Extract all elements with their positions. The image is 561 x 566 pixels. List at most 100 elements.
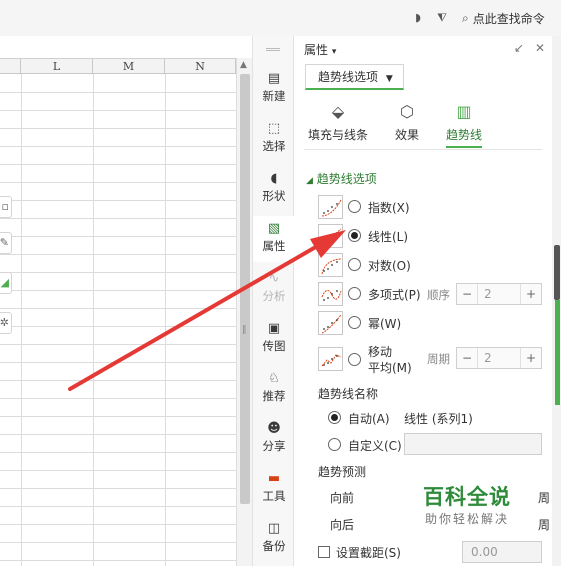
sidebar-item-upload-image[interactable]: ▣ 传图: [253, 316, 295, 362]
sidebar-item-share[interactable]: ☻ 分享: [253, 416, 295, 462]
sidebar-item-label: 选择: [262, 139, 286, 153]
panel-scrollbar-track-accent: [555, 300, 560, 405]
linear-line-icon: [318, 224, 343, 248]
chart-elements-icon[interactable]: ▫: [0, 196, 12, 218]
radio-polynomial[interactable]: [348, 287, 361, 300]
tab-trendline[interactable]: ▥ 趋势线: [446, 102, 483, 148]
column-header-l[interactable]: L: [21, 59, 93, 74]
undock-arrow-icon[interactable]: ↙: [514, 41, 524, 55]
sidebar-item-label: 工具: [262, 489, 286, 503]
chart-style-brush-icon[interactable]: ✎: [0, 232, 12, 254]
trend-option-label: 线性(L): [368, 230, 409, 244]
section-trendline-options[interactable]: ◢ 趋势线选项: [306, 170, 377, 187]
grid-row-line: [0, 254, 236, 255]
trendline-options-dropdown[interactable]: 趋势线选项 ▼: [305, 64, 404, 90]
grid-row-line: [0, 362, 236, 363]
minus-icon[interactable]: −: [457, 348, 477, 368]
period-stepper[interactable]: − 2 +: [456, 347, 542, 369]
grid-row-line: [0, 146, 236, 147]
tabs-divider: [304, 149, 542, 150]
radio-moving-average[interactable]: [348, 353, 361, 366]
period-label: 周期: [427, 352, 450, 366]
sidebar-item-shape[interactable]: ◖ 形状: [253, 166, 295, 212]
sidebar-item-analysis[interactable]: ∿ 分析: [253, 266, 295, 312]
grid-row-line: [0, 452, 236, 453]
tab-label: 趋势线: [446, 128, 483, 142]
radio-logarithmic[interactable]: [348, 258, 361, 271]
period-value[interactable]: 2: [477, 348, 521, 368]
grid-row-line: [0, 542, 236, 543]
sidebar-item-label: 分享: [262, 439, 286, 453]
tab-effect[interactable]: ⬡ 效果: [395, 102, 419, 143]
order-stepper[interactable]: − 2 +: [456, 283, 542, 305]
sidebar-item-backup[interactable]: ◫ 备份: [253, 516, 295, 562]
close-icon[interactable]: ✕: [535, 41, 545, 55]
sidebar-item-select[interactable]: ⬚ 选择: [253, 116, 295, 162]
sidebar-item-new[interactable]: ▤ 新建: [253, 66, 295, 112]
collapse-handle-icon[interactable]: ‖: [242, 325, 252, 335]
task-pane-sidebar: ‖ ▤ 新建 ⬚ 选择 ◖ 形状 ▧ 属性 ∿ 分析 ▣ 传图 ♘ 推荐 ☻ 分…: [242, 36, 295, 566]
scroll-up-arrow-icon[interactable]: ▲: [240, 60, 247, 70]
collapse-triangle-icon: ◢: [306, 176, 313, 186]
trend-option-label: 移动: [368, 345, 393, 359]
intercept-input[interactable]: 0.00: [462, 541, 542, 563]
cube-icon: ⬡: [400, 102, 414, 121]
sidebar-item-property[interactable]: ▧ 属性: [253, 216, 295, 262]
filter-icon[interactable]: ⧨: [436, 12, 448, 24]
sidebar-item-label: 分析: [262, 289, 286, 303]
command-search-label: 点此查找命令: [472, 12, 545, 26]
panel-scrollbar[interactable]: [552, 36, 561, 566]
top-toolbar: ◗ ⧨ ⌕ 点此查找命令: [0, 0, 561, 36]
panel-title-text: 属性: [304, 43, 329, 57]
chart-settings-gear-icon[interactable]: ✲: [0, 312, 12, 334]
upload-image-icon: ▣: [267, 321, 281, 336]
grid-row-line: [0, 110, 236, 111]
command-search[interactable]: ⌕ 点此查找命令: [462, 10, 545, 27]
spreadsheet-area[interactable]: L M N ▫ ✎ ◢ ✲ ▲: [0, 36, 252, 566]
radio-custom-name[interactable]: [328, 438, 341, 451]
property-icon: ▧: [267, 221, 281, 236]
grid-row-line: [0, 182, 236, 183]
sidebar-item-recommend[interactable]: ♘ 推荐: [253, 366, 295, 412]
document-icon[interactable]: ◗: [412, 12, 424, 24]
section-title-text: 趋势线选项: [316, 172, 377, 186]
set-intercept-checkbox[interactable]: [318, 546, 330, 558]
radio-auto-name[interactable]: [328, 411, 341, 424]
sidebar-item-label: 新建: [262, 89, 286, 103]
order-value[interactable]: 2: [477, 284, 521, 304]
panel-scrollbar-thumb[interactable]: [554, 245, 560, 300]
trend-option-label: 对数(O): [368, 259, 411, 273]
column-header-m[interactable]: M: [93, 59, 165, 74]
sidebar-item-label: 形状: [262, 189, 286, 203]
trend-option-label: 指数(X): [368, 201, 410, 215]
trendline-name-title: 趋势线名称: [318, 387, 379, 401]
tab-fill-line[interactable]: ⬙ 填充与线条: [308, 102, 368, 143]
recommend-icon: ♘: [268, 371, 280, 386]
radio-exponential[interactable]: [348, 200, 361, 213]
scrollbar-thumb[interactable]: [240, 74, 250, 504]
panel-title[interactable]: 属性 ▾: [304, 41, 336, 58]
column-header-n[interactable]: N: [165, 59, 236, 74]
share-icon: ☻: [267, 421, 281, 436]
polynomial-curve-icon: [318, 282, 343, 306]
sidebar-grip-icon[interactable]: [266, 48, 280, 51]
minus-icon[interactable]: −: [457, 284, 477, 304]
grid-line: [165, 74, 166, 566]
grid-row-line: [0, 236, 236, 237]
plus-icon[interactable]: +: [521, 348, 541, 368]
radio-power[interactable]: [348, 316, 361, 329]
sheet-vertical-scrollbar[interactable]: ▲: [236, 58, 252, 566]
search-icon: ⌕: [462, 11, 469, 25]
custom-name-input[interactable]: [404, 433, 542, 455]
tab-label: 效果: [395, 128, 420, 142]
set-intercept-label: 设置截距(S): [336, 546, 401, 560]
plus-icon[interactable]: +: [521, 284, 541, 304]
grid-row-line: [0, 200, 236, 201]
exponential-curve-icon: [318, 195, 343, 219]
grid-line: [21, 74, 22, 566]
grid-row-line: [0, 326, 236, 327]
grid-row-line: [0, 434, 236, 435]
chart-filter-icon[interactable]: ◢: [0, 272, 12, 294]
radio-linear[interactable]: [348, 229, 361, 242]
sidebar-item-toolbox[interactable]: ▬ 工具: [253, 466, 295, 512]
